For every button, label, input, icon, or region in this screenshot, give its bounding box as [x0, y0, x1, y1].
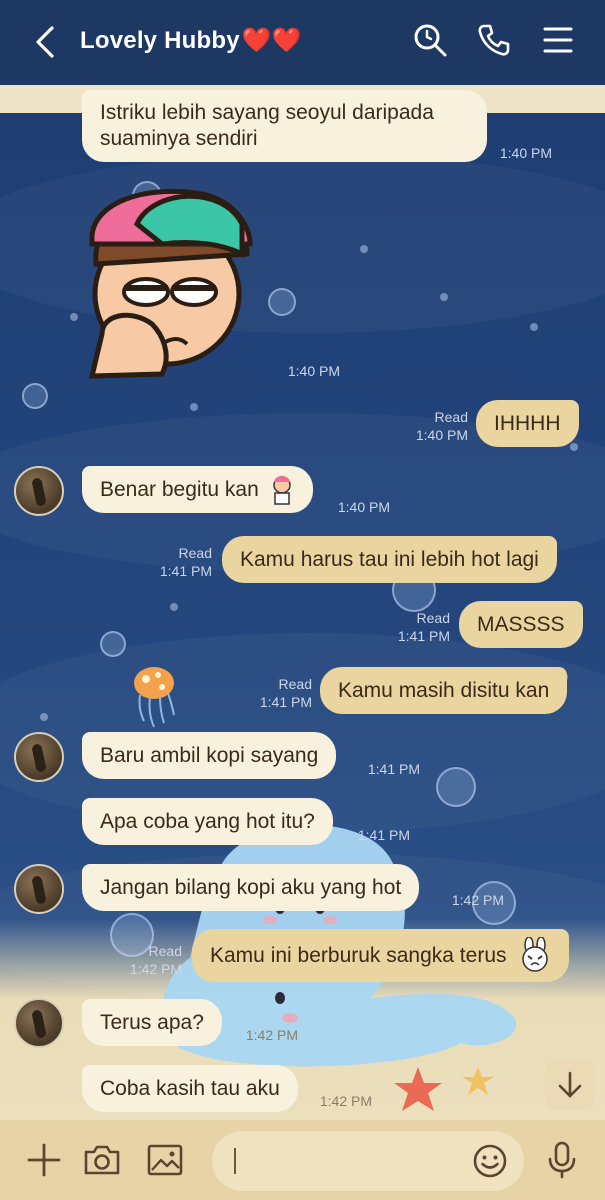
chat-title[interactable]: Lovely Hubby❤️❤️ [80, 26, 302, 55]
message-time: 1:42 PM [245, 1027, 298, 1043]
plus-icon[interactable] [24, 1140, 64, 1180]
message-bubble-outgoing[interactable]: IHHHH [476, 400, 579, 447]
camera-icon[interactable] [82, 1140, 122, 1180]
chat-header: Lovely Hubby❤️❤️ [0, 0, 605, 85]
message-bubble-outgoing[interactable]: MASSSS [459, 601, 583, 648]
avatar[interactable] [14, 864, 64, 914]
starfish-decoration [394, 1067, 494, 1111]
message-bubble-incoming[interactable]: Benar begitu kan [82, 466, 313, 513]
message-bubble-incoming[interactable]: Terus apa? [82, 999, 222, 1046]
heart-emoji: ❤️❤️ [241, 27, 302, 54]
message-input[interactable] [212, 1131, 524, 1191]
bunny-emoji-icon [521, 937, 548, 972]
phone-icon[interactable] [476, 22, 512, 58]
message-bubble-incoming[interactable]: Coba kasih tau aku [82, 1065, 298, 1112]
message-time: 1:42 PM [451, 892, 504, 908]
image-icon[interactable] [145, 1140, 185, 1180]
message-bubble-outgoing[interactable]: Kamu masih disitu kan [320, 667, 568, 714]
message-bubble-outgoing[interactable]: Kamu harus tau ini lebih hot lagi [222, 536, 557, 583]
chat-title-name: Lovely Hubby [80, 27, 240, 54]
sticker-boy-thinking[interactable] [82, 184, 262, 384]
arrow-down-icon [558, 1071, 582, 1098]
message-bubble-incoming[interactable]: Jangan bilang kopi aku yang hot [82, 864, 420, 911]
message-composer-bar [0, 1120, 605, 1200]
message-time: 1:41 PM [367, 761, 420, 777]
message-bubble-incoming[interactable]: Istriku lebih sayang seoyul daripada sua… [82, 90, 487, 162]
message-bubble-incoming[interactable]: Apa coba yang hot itu? [82, 798, 333, 845]
message-time: 1:40 PM [337, 499, 390, 515]
message-time: 1:41 PM [357, 827, 410, 843]
search-icon[interactable] [412, 22, 448, 58]
menu-icon[interactable] [540, 22, 576, 58]
message-bubble-incoming[interactable]: Baru ambil kopi sayang [82, 732, 337, 779]
message-time: 1:42 PM [319, 1093, 372, 1109]
avatar[interactable] [14, 466, 64, 516]
mic-icon[interactable] [542, 1140, 582, 1180]
text-caret [234, 1148, 236, 1174]
message-time: 1:40 PM [287, 363, 340, 379]
emoji-icon[interactable] [472, 1143, 508, 1179]
back-icon[interactable] [30, 22, 62, 62]
avatar[interactable] [14, 732, 64, 782]
message-bubble-outgoing[interactable]: Kamu ini berburuk sangka terus [192, 929, 569, 982]
read-receipt: Read 1:42 PM [129, 943, 182, 977]
message-time: 1:40 PM [499, 145, 552, 161]
read-receipt: Read 1:41 PM [397, 610, 450, 644]
sticker-emoji-icon [273, 476, 291, 505]
read-receipt: Read 1:41 PM [259, 676, 312, 710]
read-receipt: Read 1:41 PM [159, 545, 212, 579]
avatar[interactable] [14, 998, 64, 1048]
scroll-to-bottom-button[interactable] [545, 1060, 595, 1110]
read-receipt: Read 1:40 PM [415, 409, 468, 443]
jellyfish-decoration [134, 667, 175, 728]
